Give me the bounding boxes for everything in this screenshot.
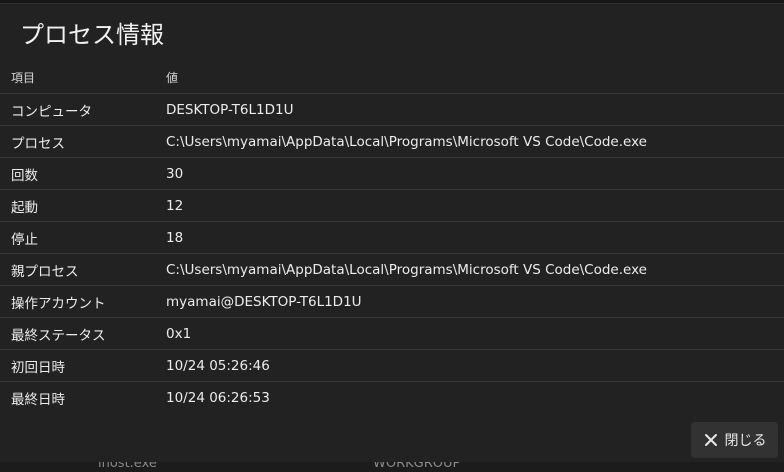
- process-info-table: 項目 値 コンピュータ DESKTOP-T6L1D1U プロセス C:\User…: [0, 62, 784, 414]
- background-process-name: lhost.exe: [98, 462, 157, 471]
- table-row: 起動 12: [0, 190, 784, 222]
- table-row: 最終ステータス 0x1: [0, 318, 784, 350]
- table-row: コンピュータ DESKTOP-T6L1D1U: [0, 94, 784, 126]
- row-value: DESKTOP-T6L1D1U: [166, 101, 294, 118]
- row-label: 最終日時: [11, 392, 65, 408]
- row-value: 0x1: [166, 325, 192, 342]
- row-value: C:\Users\myamai\AppData\Local\Programs\M…: [166, 133, 647, 150]
- row-value: myamai@DESKTOP-T6L1D1U: [166, 293, 362, 310]
- process-info-dialog: プロセス情報 項目 値 コンピュータ DESKTOP-T6L1D1U プロセス …: [0, 4, 784, 462]
- table-header-row: 項目 値: [0, 62, 784, 94]
- row-label: 回数: [11, 167, 38, 184]
- row-label: 最終ステータス: [11, 327, 106, 344]
- background-workgroup: WORKGROUP: [373, 462, 461, 471]
- row-value: 10/24 05:26:46: [166, 357, 270, 374]
- row-value: C:\Users\myamai\AppData\Local\Programs\M…: [166, 261, 647, 278]
- table-row: 停止 18: [0, 222, 784, 254]
- background-list: lhost.exe WORKGROUP: [0, 462, 784, 472]
- row-value: 30: [166, 165, 184, 182]
- close-button-label: 閉じる: [724, 433, 767, 449]
- row-label: 親プロセス: [11, 263, 79, 280]
- dialog-title: プロセス情報: [20, 21, 164, 49]
- table-row: 回数 30: [0, 158, 784, 190]
- column-header-value: 値: [166, 71, 179, 85]
- close-icon: [704, 434, 717, 446]
- close-button[interactable]: 閉じる: [691, 422, 778, 458]
- row-label: 操作アカウント: [11, 295, 106, 312]
- row-label: コンピュータ: [11, 103, 92, 120]
- table-row: 最終日時 10/24 06:26:53: [0, 382, 784, 414]
- column-header-item: 項目: [11, 71, 36, 85]
- table-row: 初回日時 10/24 05:26:46: [0, 350, 784, 382]
- table-row: 操作アカウント myamai@DESKTOP-T6L1D1U: [0, 286, 784, 318]
- row-label: 停止: [11, 231, 38, 248]
- table-row: 親プロセス C:\Users\myamai\AppData\Local\Prog…: [0, 254, 784, 286]
- row-value: 12: [166, 197, 184, 214]
- row-value: 18: [166, 229, 184, 246]
- row-label: 初回日時: [11, 359, 65, 376]
- row-label: プロセス: [11, 135, 65, 152]
- row-label: 起動: [11, 199, 38, 216]
- table-row: プロセス C:\Users\myamai\AppData\Local\Progr…: [0, 126, 784, 158]
- row-value: 10/24 06:26:53: [166, 390, 270, 406]
